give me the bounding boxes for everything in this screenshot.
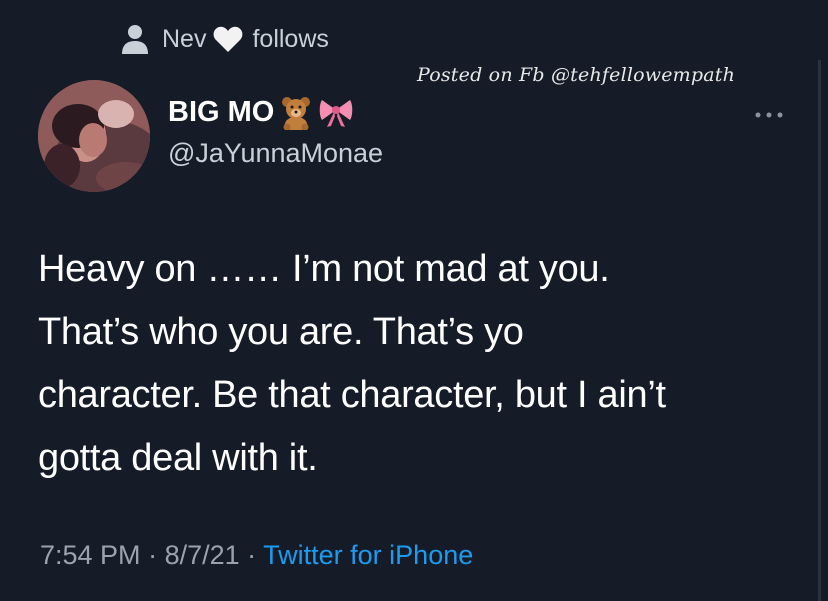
tweet-time[interactable]: 7:54 PM: [40, 540, 141, 570]
tweet-line: character. Be that character, but I ain’…: [38, 374, 666, 416]
tweet-date[interactable]: 8/7/21: [165, 540, 240, 570]
meta-separator: ·: [239, 540, 264, 570]
ribbon-emoji: [320, 100, 353, 127]
avatar[interactable]: [38, 80, 150, 192]
person-icon: [122, 25, 148, 54]
social-context: Nev follows: [118, 22, 329, 56]
scroll-edge-divider: [818, 60, 821, 601]
follows-label: follows: [252, 24, 329, 53]
tweet-line: gotta deal with it.: [38, 437, 318, 479]
display-name-text: BIG MO: [168, 95, 275, 128]
follower-name[interactable]: Nev: [162, 25, 206, 54]
heart-icon: [214, 26, 243, 52]
tweet-line: That’s who you are. That’s yo: [38, 311, 524, 353]
more-options-icon[interactable]: [752, 103, 786, 127]
avatar-photo: [38, 80, 150, 192]
meta-separator: ·: [140, 540, 165, 570]
tweet-text: Heavy on …… I’m not mad at you. That’s w…: [38, 238, 798, 490]
tweet-source-link[interactable]: Twitter for iPhone: [263, 540, 473, 570]
teddy-bear-emoji: [282, 97, 311, 130]
watermark-text: Posted on Fb @tehfellowempath: [417, 64, 736, 86]
tweet-meta: 7:54 PM · 8/7/21 · Twitter for iPhone: [40, 540, 473, 571]
user-handle[interactable]: @JaYunnaMonae: [168, 138, 383, 169]
display-name[interactable]: BIG MO: [168, 94, 354, 130]
tweet-line: Heavy on …… I’m not mad at you.: [38, 248, 610, 290]
